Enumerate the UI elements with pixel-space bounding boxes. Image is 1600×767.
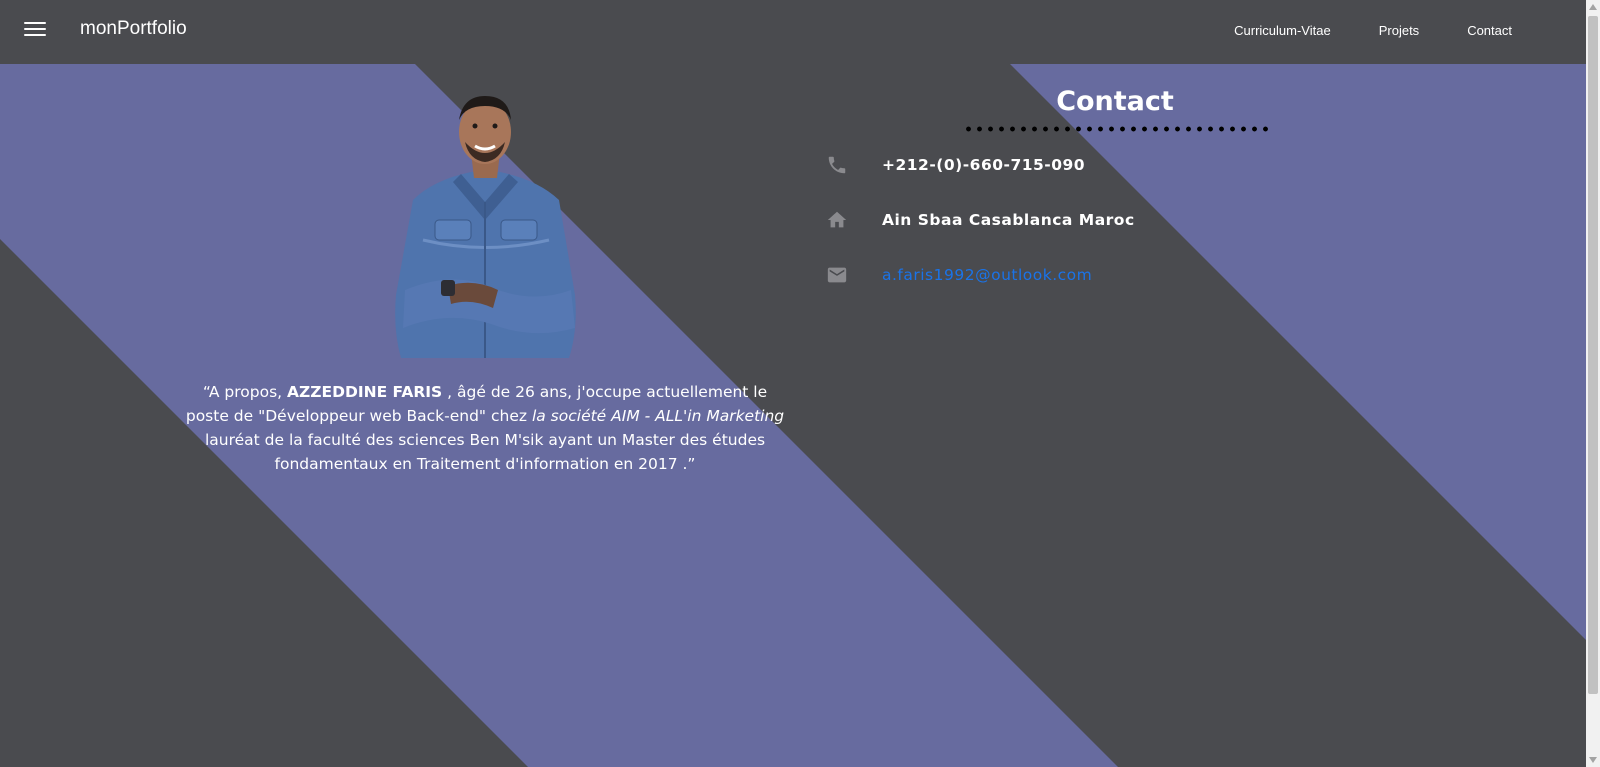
nav-link-contact[interactable]: Contact bbox=[1467, 23, 1512, 38]
about-company: la société AIM - ALL'in Marketing bbox=[531, 407, 785, 425]
main-content: “A propos, AZZEDDINE FARIS , âgé de 26 a… bbox=[0, 64, 1586, 767]
about-name: AZZEDDINE FARIS bbox=[287, 383, 443, 401]
quote-close: ” bbox=[687, 455, 696, 473]
about-text-2: lauréat de la faculté des sciences Ben M… bbox=[204, 431, 766, 473]
contact-email-link[interactable]: a.faris1992@outlook.com bbox=[882, 266, 1092, 284]
contact-phone-row: +212-(0)-660-715-090 bbox=[826, 153, 1085, 177]
brand-logo[interactable]: monPortfolio bbox=[80, 18, 187, 40]
top-navbar: monPortfolio Curriculum-Vitae Projets Co… bbox=[0, 0, 1586, 64]
phone-icon bbox=[826, 154, 848, 176]
about-paragraph: “A propos, AZZEDDINE FARIS , âgé de 26 a… bbox=[180, 380, 790, 476]
scrollbar-thumb[interactable] bbox=[1588, 16, 1598, 694]
scroll-up-arrow-icon[interactable] bbox=[1586, 0, 1600, 14]
nav-link-curriculum-vitae[interactable]: Curriculum-Vitae bbox=[1234, 23, 1331, 38]
profile-photo bbox=[393, 90, 578, 358]
contact-title: Contact bbox=[1056, 86, 1174, 117]
email-icon bbox=[826, 264, 848, 286]
contact-address-row: Ain Sbaa Casablanca Maroc bbox=[826, 208, 1135, 232]
vertical-scrollbar[interactable] bbox=[1586, 0, 1600, 767]
dotted-divider bbox=[963, 126, 1271, 132]
menu-icon[interactable] bbox=[24, 22, 46, 42]
nav-links: Curriculum-Vitae Projets Contact bbox=[1186, 23, 1512, 38]
about-intro: A propos, bbox=[208, 383, 288, 401]
home-icon bbox=[826, 209, 848, 231]
scroll-down-arrow-icon[interactable] bbox=[1586, 753, 1600, 767]
nav-link-projets[interactable]: Projets bbox=[1379, 23, 1419, 38]
contact-email-row: a.faris1992@outlook.com bbox=[826, 263, 1092, 287]
contact-phone: +212-(0)-660-715-090 bbox=[882, 156, 1086, 174]
contact-address: Ain Sbaa Casablanca Maroc bbox=[882, 211, 1135, 229]
